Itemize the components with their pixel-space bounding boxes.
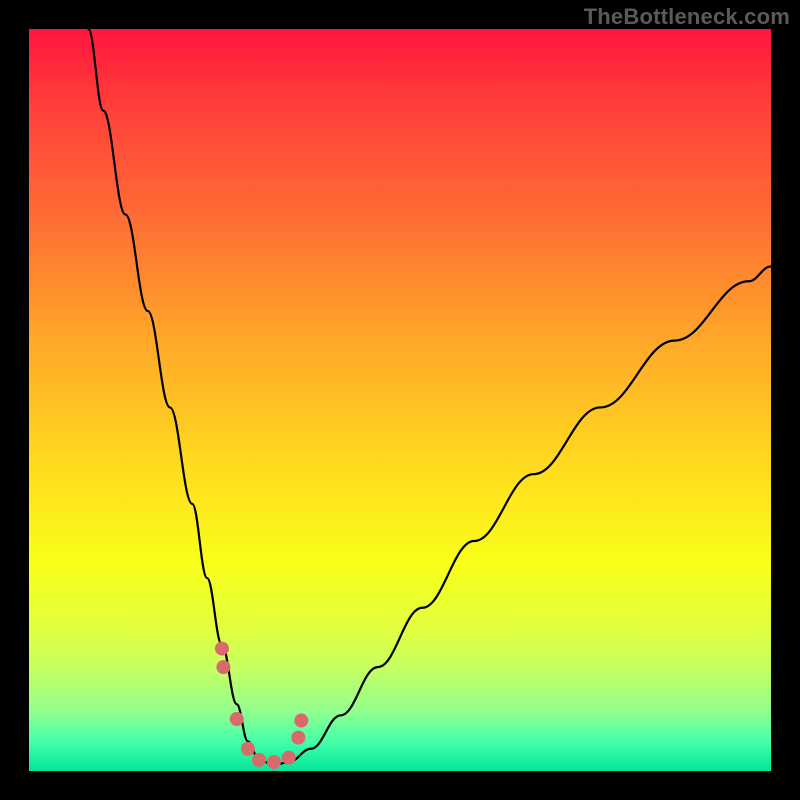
sample-point	[294, 714, 308, 728]
chart-frame: TheBottleneck.com	[0, 0, 800, 800]
sample-point	[252, 753, 266, 767]
sample-point	[215, 642, 229, 656]
sample-point	[291, 731, 305, 745]
plot-area	[29, 29, 771, 771]
sample-point	[230, 712, 244, 726]
sample-point	[241, 742, 255, 756]
watermark-text: TheBottleneck.com	[584, 4, 790, 30]
sample-point	[267, 755, 281, 769]
sample-point	[216, 660, 230, 674]
sample-point	[282, 751, 296, 765]
curve-layer	[29, 29, 771, 771]
bottleneck-curve	[88, 29, 771, 765]
marker-group	[215, 642, 308, 770]
